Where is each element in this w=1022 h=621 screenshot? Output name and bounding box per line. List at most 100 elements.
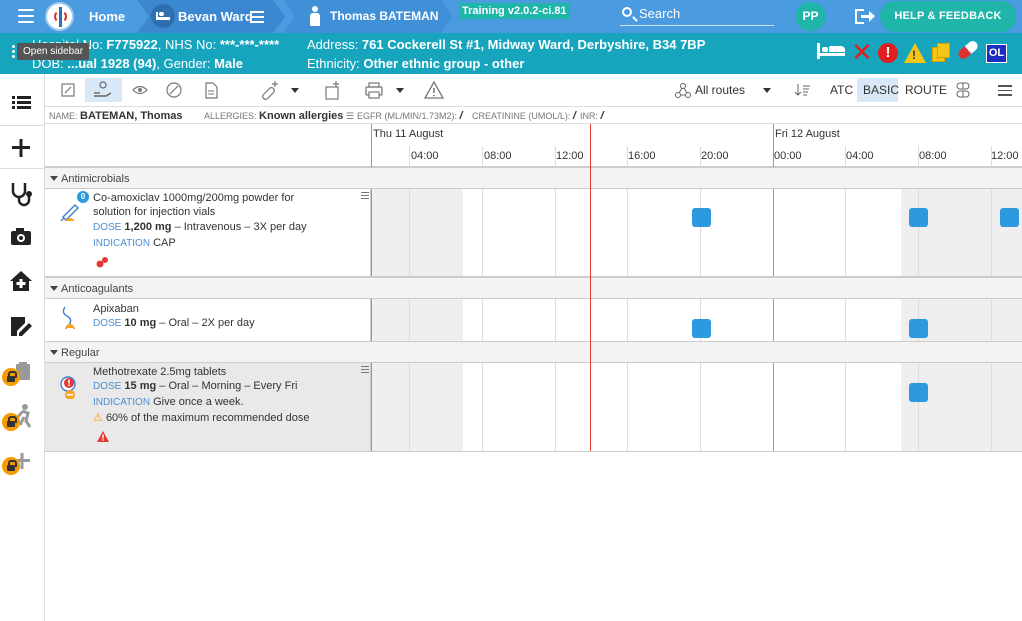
medication-row[interactable]: Apixaban DOSE 10 mg – Oral – 2X per day [45,299,1022,342]
group-regular[interactable]: Regular [45,341,1022,363]
patient-ethnicity: Ethnicity: Other ethnic group - other [307,56,525,71]
scheduled-dose[interactable] [692,319,711,338]
documents-icon[interactable] [932,43,952,63]
atc-toggle[interactable]: ATC [830,83,853,97]
patient-info-strip: NAME: BATEMAN, Thomas ALLERGIES: Known a… [45,107,1022,124]
administer-view-button[interactable] [85,78,122,102]
bed-status-icon[interactable] [817,43,845,59]
warning-icon[interactable]: ! [904,43,926,63]
ol-badge[interactable]: OL [986,44,1007,63]
scheduled-dose[interactable] [1000,208,1019,227]
sidebar-toggle-icon[interactable] [12,45,16,60]
chart-toolbar: All routes ATC BASIC ROUTE [45,74,1022,107]
sidebar-item-discharge[interactable] [0,260,44,304]
pill-view-button[interactable] [163,78,185,102]
stethoscope-icon [11,183,32,207]
sidebar-item-locked-1[interactable] [0,350,44,394]
scheduled-dose[interactable] [692,208,711,227]
info-allergies[interactable]: ALLERGIES: Known allergies ☰ [204,110,354,122]
scheduled-dose[interactable] [909,319,928,338]
chevron-down-icon[interactable] [291,88,299,93]
group-antimicrobials[interactable]: Antimicrobials [45,167,1022,189]
hour-label: 12:00 [991,150,1019,162]
info-name: NAME: BATEMAN, Thomas [49,110,183,122]
group-anticoagulants[interactable]: Anticoagulants [45,277,1022,299]
patient-name[interactable]: Thomas BATEMAN [330,9,438,23]
info-egfr: EGFR (ML/MIN/1.73M2): / [357,110,463,122]
sort-icon[interactable] [795,83,811,97]
basic-toggle[interactable]: BASIC [863,83,899,97]
oral-pill-icon [62,306,75,329]
open-sidebar-tooltip: Open sidebar [17,43,90,60]
top-navigation: Home Bevan Ward Thomas BATEMAN Training … [0,0,1022,33]
report-button[interactable] [200,78,222,102]
left-sidebar [0,74,45,621]
sidebar-item-add[interactable] [0,125,44,169]
search-input[interactable]: Search [620,5,774,26]
sidebar-item-locked-3[interactable] [0,440,44,484]
routes-select[interactable]: All routes [695,83,745,97]
collapse-triangle-icon [50,286,58,291]
user-avatar[interactable]: PP [795,2,826,31]
pills-icon[interactable] [955,81,971,99]
alert-exclamation-icon[interactable]: ! [878,43,898,63]
person-icon [309,6,321,26]
chevron-down-icon[interactable] [763,88,771,93]
add-medication-button[interactable] [258,78,280,102]
home-link[interactable]: Home [89,9,125,24]
printer-icon [365,82,383,99]
chevron-down-icon[interactable] [396,88,404,93]
ward-breadcrumb[interactable]: Bevan Ward [137,0,285,33]
add-pill-icon [262,81,278,100]
menu-icon[interactable] [18,9,34,23]
medication-row[interactable]: Methotrexate 2.5mg tablets DOSE 15 mg – … [45,363,1022,452]
drug-chart-timeline: Thu 11 August Fri 12 August 04:00 08:00 … [45,124,1022,621]
warnings-button[interactable] [423,78,445,102]
medication-details[interactable]: Methotrexate 2.5mg tablets DOSE 15 mg – … [45,363,371,451]
scheduled-dose[interactable] [909,383,928,402]
row-menu-icon[interactable] [361,192,369,201]
routes-icon [675,83,691,98]
antimicrobial-icon [96,257,108,268]
row-menu-icon[interactable] [361,366,369,375]
scheduled-dose[interactable] [909,208,928,227]
pill-circle-icon [166,82,182,98]
hour-label: 20:00 [701,150,729,162]
hour-label: 08:00 [919,150,947,162]
medication-row[interactable]: 0 Co-amoxiclav 1000mg/200mg powder for s… [45,189,1022,277]
sidebar-item-list[interactable] [0,80,44,124]
sidebar-item-locked-2[interactable] [0,395,44,439]
list-icon[interactable] [250,11,264,23]
order-set-button[interactable] [321,78,343,102]
sidebar-item-camera[interactable] [0,215,44,259]
camera-icon [11,228,31,245]
alert-triangle-icon [97,431,109,442]
sidebar-item-clinical[interactable] [0,170,44,214]
home-medical-icon [10,271,32,291]
hour-label: 08:00 [484,150,512,162]
hand-pill-icon [94,81,112,97]
order-set-icon [325,81,339,100]
medication-dose: DOSE 15 mg – Oral – Morning – Every Fri [93,380,298,392]
group-label: Anticoagulants [61,283,134,295]
view-button[interactable] [129,78,151,102]
collapse-triangle-icon [50,176,58,181]
patient-address: Address: 761 Cockerell St #1, Midway War… [307,37,706,52]
syringe-square-icon [61,83,75,97]
day-label-1: Thu 11 August [373,128,444,140]
app-logo[interactable] [45,2,74,31]
cross-alert-icon[interactable]: ✕ [851,38,873,68]
count-badge: 0 [77,191,89,203]
sidebar-item-notes[interactable] [0,305,44,349]
lock-icon [2,457,20,475]
logout-icon[interactable] [855,9,875,25]
chart-view-button[interactable] [57,78,79,102]
info-creatinine: CREATININE (UMOL/L): / [472,110,576,122]
print-button[interactable] [363,78,385,102]
medication-details[interactable]: 0 Co-amoxiclav 1000mg/200mg powder for s… [45,189,371,276]
bed-icon [151,4,175,28]
medication-details[interactable]: Apixaban DOSE 10 mg – Oral – 2X per day [45,299,371,341]
help-feedback-button[interactable]: HELP & FEEDBACK [880,1,1016,32]
route-toggle[interactable]: ROUTE [905,83,947,97]
more-menu-icon[interactable] [998,85,1012,96]
